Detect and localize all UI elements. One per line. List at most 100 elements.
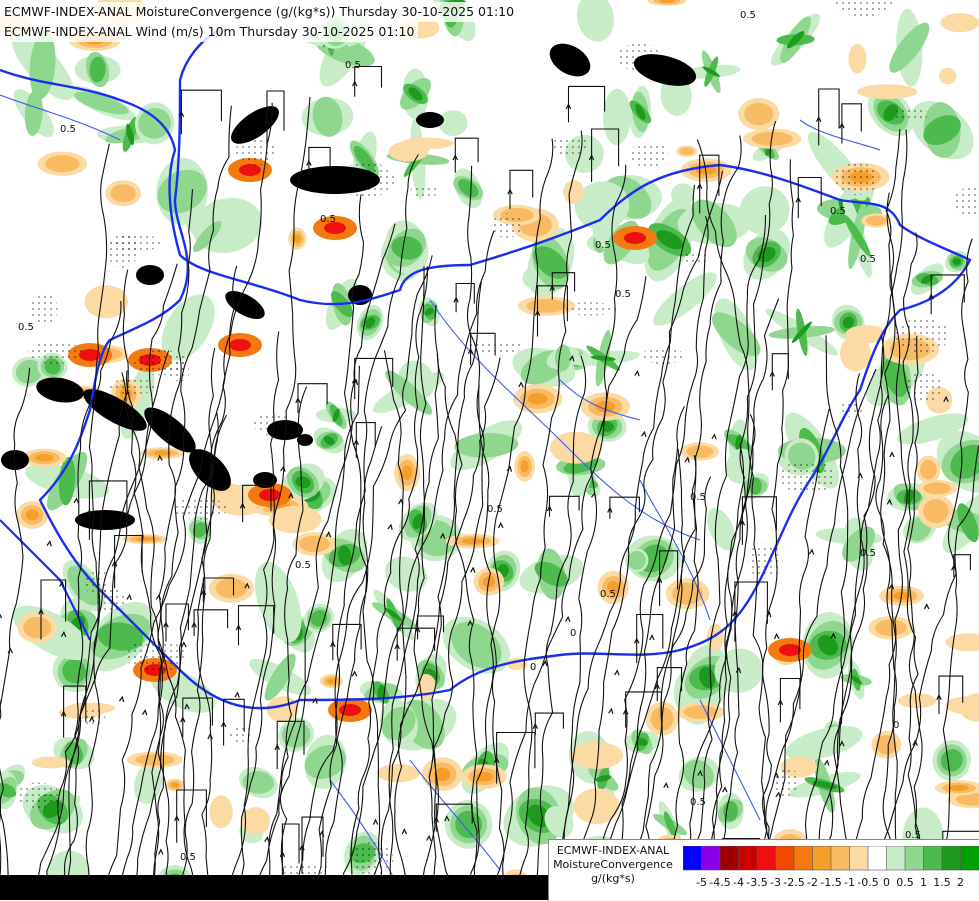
streamline-arrow: [142, 710, 146, 715]
contour-label: 0.5: [860, 254, 876, 265]
legend-title: ECMWF-INDEX-ANAL MoistureConvergence g/(…: [549, 844, 677, 886]
divergence-area: [527, 299, 567, 313]
streamline-arrow: [471, 568, 475, 573]
streamline-arrow: [723, 788, 727, 793]
divergence-area: [563, 180, 584, 204]
streamline-arrow: [809, 550, 813, 555]
divergence-area: [920, 460, 937, 480]
divergence-area: [923, 482, 951, 494]
streamline-arrow: [0, 614, 2, 619]
divergence-area: [294, 234, 301, 243]
convergence-area: [701, 504, 741, 555]
contour-label: 0.5: [180, 852, 196, 863]
streamline-arrow: [402, 830, 406, 835]
streamline-arrow: [775, 634, 779, 639]
divergence-area: [744, 103, 773, 125]
streamline-arrow: [519, 383, 523, 388]
contour-label: 0: [530, 662, 536, 673]
divergence-area: [939, 68, 956, 85]
stipple-area: [774, 767, 800, 798]
strong-convergence-core: [221, 285, 269, 324]
divergence-area: [846, 325, 887, 343]
divergence-area: [23, 617, 51, 639]
strong-convergence-core: [75, 510, 135, 530]
legend-tick-label: 1.5: [933, 876, 951, 889]
streamline-arrow: [352, 672, 356, 677]
stipple-area: [84, 709, 105, 727]
divergence-area: [269, 506, 322, 534]
contour-label: 0.5: [345, 60, 361, 71]
streamline-arrow: [615, 671, 619, 676]
streamline-arrow: [825, 761, 829, 766]
stipple-area: [169, 362, 189, 382]
legend-title-unit: g/(kg*s): [549, 872, 677, 886]
legend-swatch: [942, 846, 961, 870]
streamline: [881, 129, 900, 900]
legend-tick-labels: -5-4.5-4-3.5-3-2.5-2-1.5-1-0.500.511.52: [683, 876, 979, 892]
divergence-area: [136, 537, 154, 541]
streamline: [455, 138, 478, 173]
stipple-area: [552, 136, 588, 156]
streamline-arrow: [507, 467, 511, 472]
divergence-area: [84, 285, 128, 318]
legend-swatch: [720, 846, 739, 870]
legend-swatch: [702, 846, 721, 870]
stipple-area: [896, 318, 950, 353]
legend-tick-label: -2: [807, 876, 818, 889]
divergence-area: [521, 460, 529, 472]
divergence-area: [950, 785, 969, 791]
divergence-area: [401, 138, 454, 149]
streamline-arrow: [890, 453, 894, 458]
divergence-area: [26, 510, 39, 521]
contour-label: 0.5: [615, 289, 631, 300]
legend-swatch: [924, 846, 943, 870]
weather-map: 0.50.50.50.50.50.50.50.50.50.50.50.50.50…: [0, 0, 979, 900]
divergence-area: [299, 536, 330, 553]
contour-label: 0.5: [830, 206, 846, 217]
streamline-arrow: [499, 523, 503, 528]
streamline: [550, 496, 580, 516]
stipple-area: [107, 235, 138, 268]
divergence-core: [624, 232, 646, 244]
streamline-arrow: [635, 371, 639, 376]
contour-label: 0.5: [740, 10, 756, 21]
stipple-area: [778, 460, 836, 493]
legend-swatch: [961, 846, 979, 870]
stipple-area: [491, 213, 522, 238]
contour-label: 0.5: [487, 504, 503, 515]
divergence-area: [574, 788, 620, 824]
divergence-core: [229, 339, 251, 351]
legend-tick-label: -2.5: [783, 876, 804, 889]
streamline-arrow: [8, 649, 12, 654]
divergence-area: [45, 155, 79, 172]
legend-tick-label: -1: [844, 876, 855, 889]
contour-label: 0.5: [690, 492, 706, 503]
divergence-area: [377, 764, 420, 782]
divergence-area: [528, 393, 548, 405]
stipple-area: [952, 187, 979, 218]
legend-swatch: [739, 846, 758, 870]
stipple-area: [230, 727, 254, 743]
legend-tick-label: -4.5: [709, 876, 730, 889]
divergence-area: [875, 620, 907, 637]
stipple-area: [15, 783, 60, 809]
legend-swatch: [850, 846, 869, 870]
legend-swatch: [905, 846, 924, 870]
contour-label: 0.5: [60, 124, 76, 135]
contour-label: 0.5: [595, 240, 611, 251]
divergence-area: [848, 44, 866, 73]
stipple-area: [562, 302, 618, 315]
streamline: [181, 90, 221, 134]
strong-convergence-core: [290, 166, 380, 194]
legend-tick-label: -1.5: [820, 876, 841, 889]
legend-swatch: [776, 846, 795, 870]
streamline-arrow: [566, 617, 570, 622]
legend-tick-label: 1: [920, 876, 927, 889]
divergence-area: [210, 795, 233, 828]
stipple-area: [834, 163, 879, 196]
legend-tick-label: -5: [696, 876, 707, 889]
convergence-area: [573, 0, 618, 45]
divergence-area: [267, 696, 299, 722]
streamline: [772, 354, 788, 391]
divergence-area: [111, 184, 136, 202]
